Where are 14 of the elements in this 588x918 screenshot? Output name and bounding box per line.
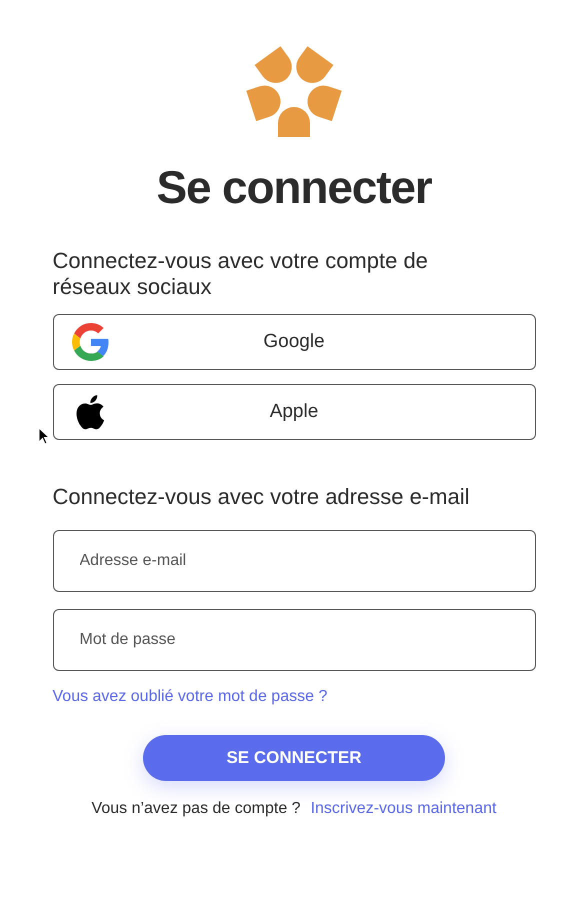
forgot-password-link[interactable]: Vous avez oublié votre mot de passe ?: [52, 685, 536, 709]
input-field[interactable]: Mot de passe: [52, 609, 536, 671]
section-heading: Connectez-vous avec votre adresse e-mail: [52, 484, 470, 510]
logo-icon: [246, 44, 342, 140]
input-field[interactable]: Adresse e-mail: [52, 530, 536, 592]
cursor-icon: [38, 427, 50, 445]
social-login-button[interactable]: Apple: [52, 384, 536, 440]
page-title: Se connecter: [156, 164, 432, 210]
signup-link[interactable]: Inscrivez-vous maintenant: [310, 797, 496, 821]
social-login-button[interactable]: Google: [52, 314, 536, 370]
google-icon: [72, 323, 110, 361]
signup-prompt: Vous n’avez pas de compte ?: [92, 799, 301, 819]
submit-button[interactable]: SE CONNECTER: [143, 735, 445, 781]
section-heading: Connectez-vous avec votre compte de réseaux sociaux: [52, 248, 429, 300]
